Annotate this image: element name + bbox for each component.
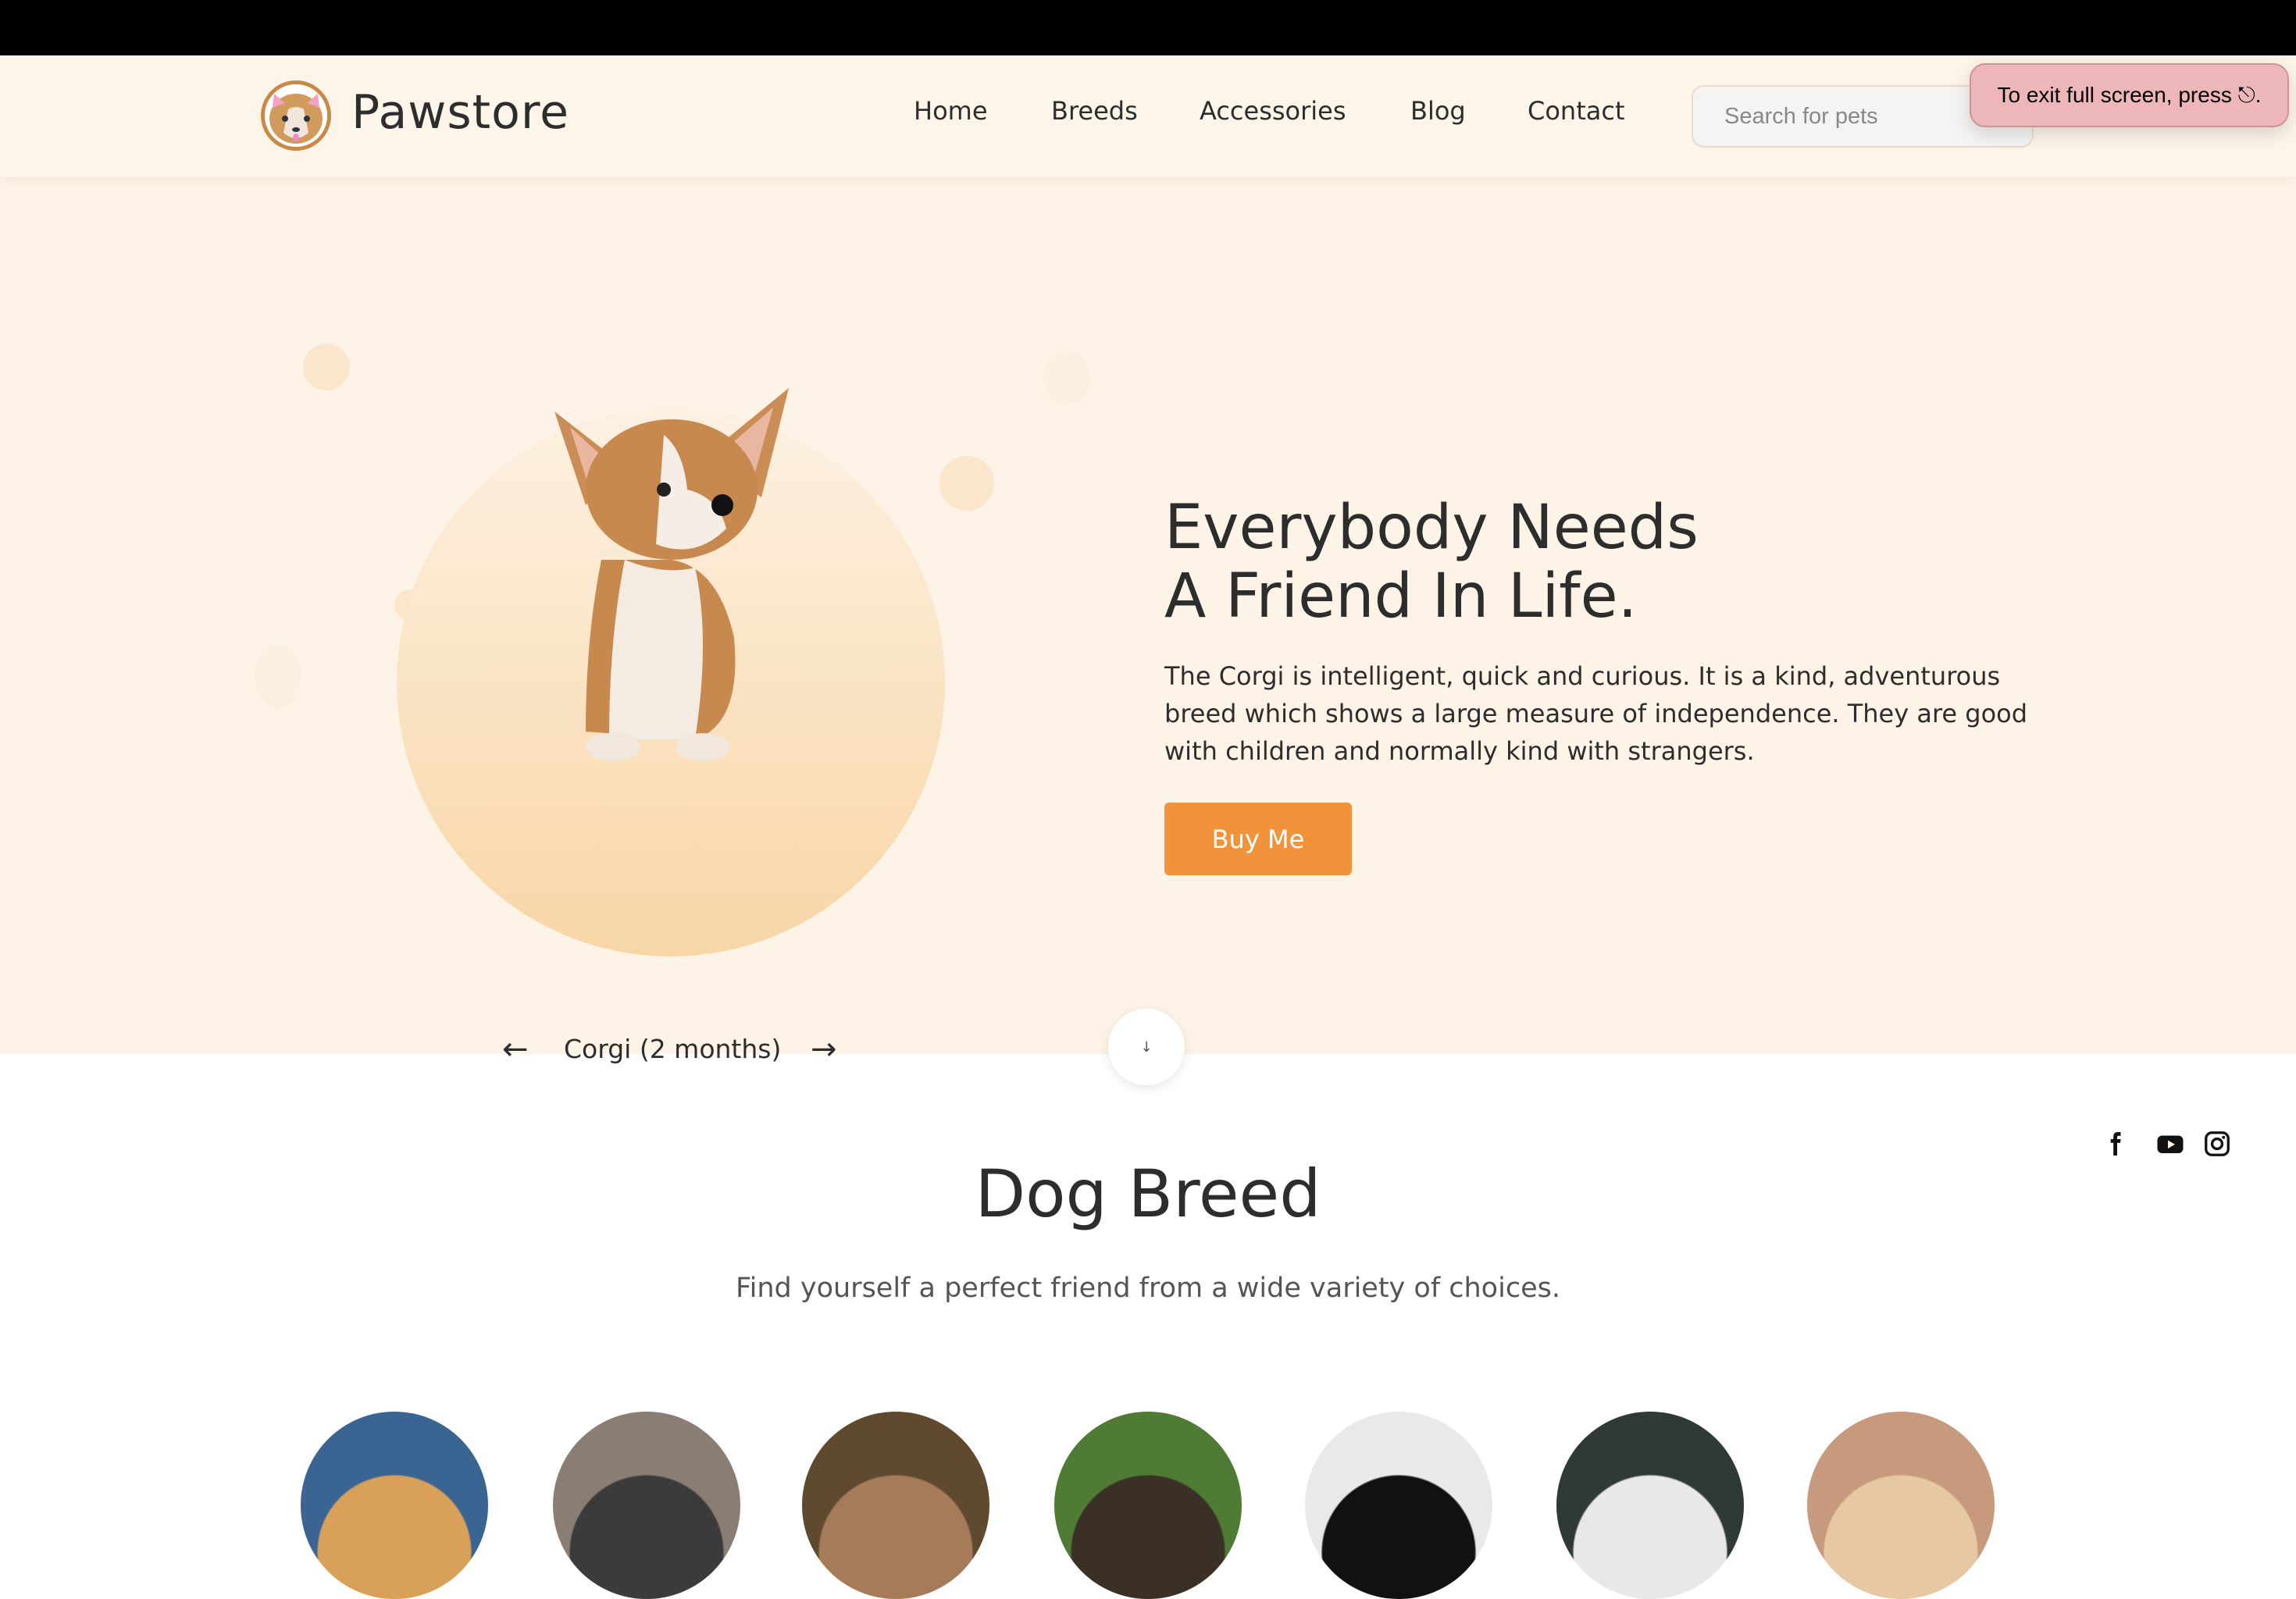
arrow-right-icon[interactable]: →: [811, 1031, 837, 1067]
breed-thumbnail[interactable]: [1054, 1412, 1242, 1599]
hero-title: Everybody Needs A Friend In Life.: [1164, 493, 1699, 631]
site-header: Pawstore Home Breeds Accessories Blog Co…: [0, 55, 2296, 177]
breed-thumbnail[interactable]: [1807, 1412, 1995, 1599]
arrow-down-icon: ↓: [1140, 1038, 1153, 1056]
section-subtitle: Find yourself a perfect friend from a wi…: [736, 1273, 1560, 1304]
arrow-left-icon[interactable]: ←: [502, 1031, 529, 1067]
nav-contact[interactable]: Contact: [1528, 96, 1625, 126]
brand-name[interactable]: Pawstore: [351, 85, 569, 140]
hero-section: Everybody Needs A Friend In Life. The Cor…: [0, 177, 2296, 1156]
instagram-icon[interactable]: [2203, 1130, 2231, 1158]
section-title: Dog Breed: [975, 1156, 1321, 1232]
nav-breeds[interactable]: Breeds: [1051, 96, 1138, 126]
browser-top-bar: [0, 0, 2296, 55]
breed-thumbnail[interactable]: [1556, 1412, 1744, 1599]
hero-title-line-1: Everybody Needs: [1164, 493, 1699, 563]
logo-corgi-icon[interactable]: [261, 80, 331, 151]
hero-title-line-2: A Friend In Life.: [1164, 561, 1638, 632]
youtube-icon[interactable]: [2156, 1130, 2184, 1158]
scroll-down-button[interactable]: ↓: [1108, 1009, 1185, 1085]
buy-me-button[interactable]: Buy Me: [1164, 803, 1352, 875]
corgi-puppy-image: [554, 388, 789, 761]
breed-thumbnail[interactable]: [1305, 1412, 1492, 1599]
pet-caption: Corgi (2 months): [564, 1034, 782, 1064]
nav-accessories[interactable]: Accessories: [1200, 96, 1346, 126]
hero-description: The Corgi is intelligent, quick and curi…: [1164, 661, 2028, 766]
paw-print-icon: [255, 646, 301, 708]
decorative-dot: [303, 344, 350, 390]
breed-thumbnail[interactable]: [301, 1412, 488, 1599]
paw-print-icon: [1043, 351, 1090, 405]
decorative-dot: [939, 456, 994, 511]
nav-home[interactable]: Home: [914, 96, 988, 126]
breed-thumbnail[interactable]: [802, 1412, 989, 1599]
nav-blog[interactable]: Blog: [1410, 96, 1466, 126]
breed-thumbnail[interactable]: [553, 1412, 740, 1599]
fullscreen-exit-notice: To exit full screen, press ⎋.: [1970, 63, 2289, 127]
facebook-icon[interactable]: [2101, 1130, 2129, 1158]
